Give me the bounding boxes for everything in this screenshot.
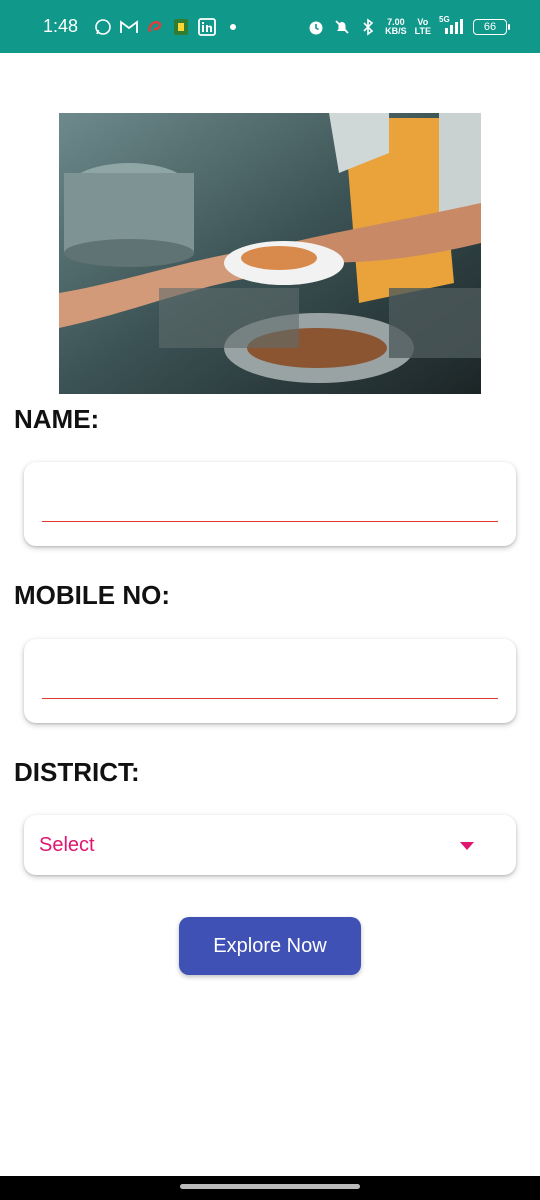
dropdown-arrow-icon — [460, 842, 474, 850]
name-input[interactable] — [42, 492, 498, 522]
whatsapp-icon — [94, 18, 112, 36]
signal-label: 5G — [439, 14, 450, 24]
signal-icon: 5G — [439, 14, 465, 36]
mute-icon — [333, 18, 351, 36]
mobile-input[interactable] — [42, 669, 498, 699]
gmail-icon — [120, 18, 138, 36]
volte-bottom: LTE — [414, 25, 431, 36]
status-bar: 1:48 7.00 KB/S Vo LTE 5G 66 — [0, 0, 540, 53]
district-dropdown[interactable]: Select — [24, 815, 516, 875]
hero-image — [59, 113, 481, 394]
app-icon — [172, 18, 190, 36]
name-label: NAME: — [14, 404, 100, 434]
net-speed-unit: KB/S — [385, 25, 407, 36]
battery-level: 66 — [483, 20, 497, 33]
battery-icon: 66 — [473, 18, 510, 35]
mobile-label: MOBILE NO: — [14, 580, 170, 610]
mobile-field-card — [24, 639, 516, 723]
linkedin-icon — [198, 17, 216, 36]
volte-indicator: Vo LTE — [414, 17, 431, 36]
home-gesture-handle[interactable] — [180, 1184, 360, 1189]
notification-icons — [94, 17, 237, 36]
system-status-icons: 7.00 KB/S Vo LTE 5G 66 — [307, 0, 510, 53]
name-field-card — [24, 462, 516, 546]
more-notifications-dot — [230, 23, 237, 30]
network-speed: 7.00 KB/S — [385, 17, 407, 36]
bluetooth-icon — [359, 17, 377, 36]
district-label: DISTRICT: — [14, 757, 140, 787]
airtel-icon — [146, 18, 164, 36]
explore-now-button[interactable]: Explore Now — [179, 917, 361, 975]
district-selected-value: Select — [39, 834, 95, 856]
status-time: 1:48 — [43, 16, 79, 36]
alarm-icon — [307, 18, 325, 36]
